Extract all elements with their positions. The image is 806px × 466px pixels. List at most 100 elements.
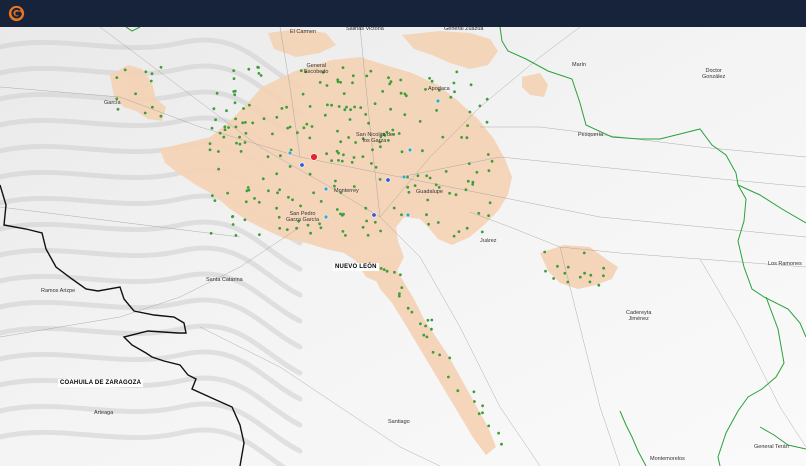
- transit-stop-marker[interactable]: [248, 103, 251, 107]
- transit-stop-marker[interactable]: [225, 109, 228, 113]
- transit-stop-marker[interactable]: [400, 213, 403, 217]
- transit-stop-marker[interactable]: [425, 213, 428, 217]
- transit-stop-marker[interactable]: [378, 178, 382, 181]
- transit-stop-marker[interactable]: [288, 125, 292, 129]
- transit-stop-marker[interactable]: [467, 162, 471, 166]
- transit-stop-marker[interactable]: [351, 81, 354, 85]
- transit-stop-marker[interactable]: [319, 226, 323, 230]
- transit-stop-marker[interactable]: [379, 267, 383, 270]
- transit-stop-marker[interactable]: [465, 136, 469, 140]
- transit-stop-marker[interactable]: [261, 177, 265, 181]
- transit-stop-marker[interactable]: [475, 170, 479, 174]
- transit-stop-marker[interactable]: [296, 131, 299, 135]
- transit-stop-marker[interactable]: [400, 150, 404, 154]
- transit-stop-marker[interactable]: [134, 92, 138, 96]
- transit-stop-marker[interactable]: [258, 233, 261, 237]
- transit-stop-marker[interactable]: [393, 270, 396, 274]
- transit-stop-marker[interactable]: [276, 191, 279, 195]
- transit-stop-marker[interactable]: [305, 122, 309, 126]
- transit-stop-marker[interactable]: [379, 229, 382, 233]
- transit-stop-marker[interactable]: [235, 141, 238, 145]
- transit-stop-marker[interactable]: [299, 69, 303, 73]
- transit-stop-marker[interactable]: [352, 156, 356, 159]
- poi-marker[interactable]: [371, 212, 377, 218]
- transit-stop-marker[interactable]: [478, 104, 482, 108]
- transit-stop-marker[interactable]: [424, 324, 427, 328]
- transit-stop-marker[interactable]: [382, 268, 386, 271]
- transit-stop-marker[interactable]: [552, 277, 555, 280]
- transit-stop-marker[interactable]: [330, 159, 333, 163]
- poi-marker[interactable]: [287, 150, 293, 156]
- transit-stop-marker[interactable]: [473, 400, 476, 403]
- transit-stop-marker[interactable]: [308, 105, 312, 108]
- transit-stop-marker[interactable]: [410, 310, 414, 314]
- transit-stop-marker[interactable]: [286, 126, 290, 130]
- transit-stop-marker[interactable]: [208, 148, 212, 152]
- transit-stop-marker[interactable]: [366, 233, 370, 237]
- transit-stop-marker[interactable]: [150, 72, 154, 76]
- transit-stop-marker[interactable]: [232, 69, 236, 72]
- transit-stop-marker[interactable]: [257, 200, 261, 204]
- transit-stop-marker[interactable]: [301, 92, 305, 96]
- transit-stop-marker[interactable]: [231, 223, 235, 226]
- transit-stop-marker[interactable]: [481, 411, 484, 415]
- transit-stop-marker[interactable]: [425, 174, 429, 178]
- transit-stop-marker[interactable]: [123, 68, 127, 72]
- transit-stop-marker[interactable]: [597, 283, 601, 287]
- transit-stop-marker[interactable]: [419, 322, 422, 326]
- transit-stop-marker[interactable]: [449, 95, 453, 99]
- transit-stop-marker[interactable]: [234, 234, 238, 237]
- transit-stop-marker[interactable]: [487, 424, 491, 428]
- transit-stop-marker[interactable]: [487, 214, 490, 218]
- transit-stop-marker[interactable]: [466, 179, 470, 183]
- transit-stop-marker[interactable]: [325, 84, 329, 87]
- transit-stop-marker[interactable]: [457, 230, 461, 234]
- transit-stop-marker[interactable]: [453, 90, 456, 94]
- transit-stop-marker[interactable]: [271, 132, 274, 136]
- transit-stop-marker[interactable]: [399, 91, 403, 95]
- transit-stop-marker[interactable]: [339, 212, 342, 216]
- transit-stop-marker[interactable]: [212, 107, 216, 111]
- transit-stop-marker[interactable]: [232, 77, 236, 80]
- transit-stop-marker[interactable]: [257, 66, 260, 69]
- transit-stop-marker[interactable]: [309, 231, 312, 235]
- transit-stop-marker[interactable]: [337, 105, 341, 108]
- transit-stop-marker[interactable]: [583, 271, 586, 275]
- transit-stop-marker[interactable]: [277, 215, 281, 219]
- transit-stop-marker[interactable]: [299, 204, 302, 208]
- transit-stop-marker[interactable]: [407, 190, 411, 194]
- transit-stop-marker[interactable]: [359, 106, 363, 109]
- transit-stop-marker[interactable]: [426, 318, 430, 322]
- transit-stop-marker[interactable]: [280, 107, 284, 110]
- transit-stop-marker[interactable]: [335, 208, 339, 211]
- transit-stop-marker[interactable]: [241, 121, 245, 125]
- map-canvas[interactable]: NUEVO LEÓN COAHUILA DE ZARAGOZA El Carme…: [0, 27, 806, 466]
- poi-marker[interactable]: [401, 174, 407, 180]
- transit-stop-marker[interactable]: [209, 231, 213, 235]
- poi-marker[interactable]: [407, 147, 413, 153]
- transit-stop-marker[interactable]: [257, 72, 261, 75]
- poi-marker[interactable]: [323, 214, 329, 220]
- transit-stop-marker[interactable]: [426, 198, 430, 202]
- transit-stop-marker[interactable]: [330, 103, 333, 107]
- transit-stop-marker[interactable]: [361, 225, 365, 229]
- transit-stop-marker[interactable]: [208, 142, 212, 145]
- transit-stop-marker[interactable]: [217, 150, 220, 153]
- transit-stop-marker[interactable]: [344, 234, 347, 237]
- transit-stop-marker[interactable]: [404, 94, 408, 98]
- transit-stop-marker[interactable]: [144, 70, 148, 74]
- transit-stop-marker[interactable]: [448, 356, 452, 360]
- transit-stop-marker[interactable]: [306, 223, 310, 227]
- transit-stop-marker[interactable]: [275, 115, 279, 119]
- transit-stop-marker[interactable]: [275, 206, 278, 210]
- poi-marker[interactable]: [385, 177, 391, 183]
- transit-stop-marker[interactable]: [399, 78, 403, 82]
- transit-stop-marker[interactable]: [266, 155, 270, 159]
- transit-stop-marker[interactable]: [464, 188, 468, 192]
- transit-stop-marker[interactable]: [115, 76, 119, 79]
- transit-stop-marker[interactable]: [302, 126, 306, 130]
- transit-stop-marker[interactable]: [472, 390, 476, 394]
- transit-stop-marker[interactable]: [341, 230, 345, 233]
- transit-stop-marker[interactable]: [347, 136, 350, 139]
- transit-stop-marker[interactable]: [243, 141, 247, 144]
